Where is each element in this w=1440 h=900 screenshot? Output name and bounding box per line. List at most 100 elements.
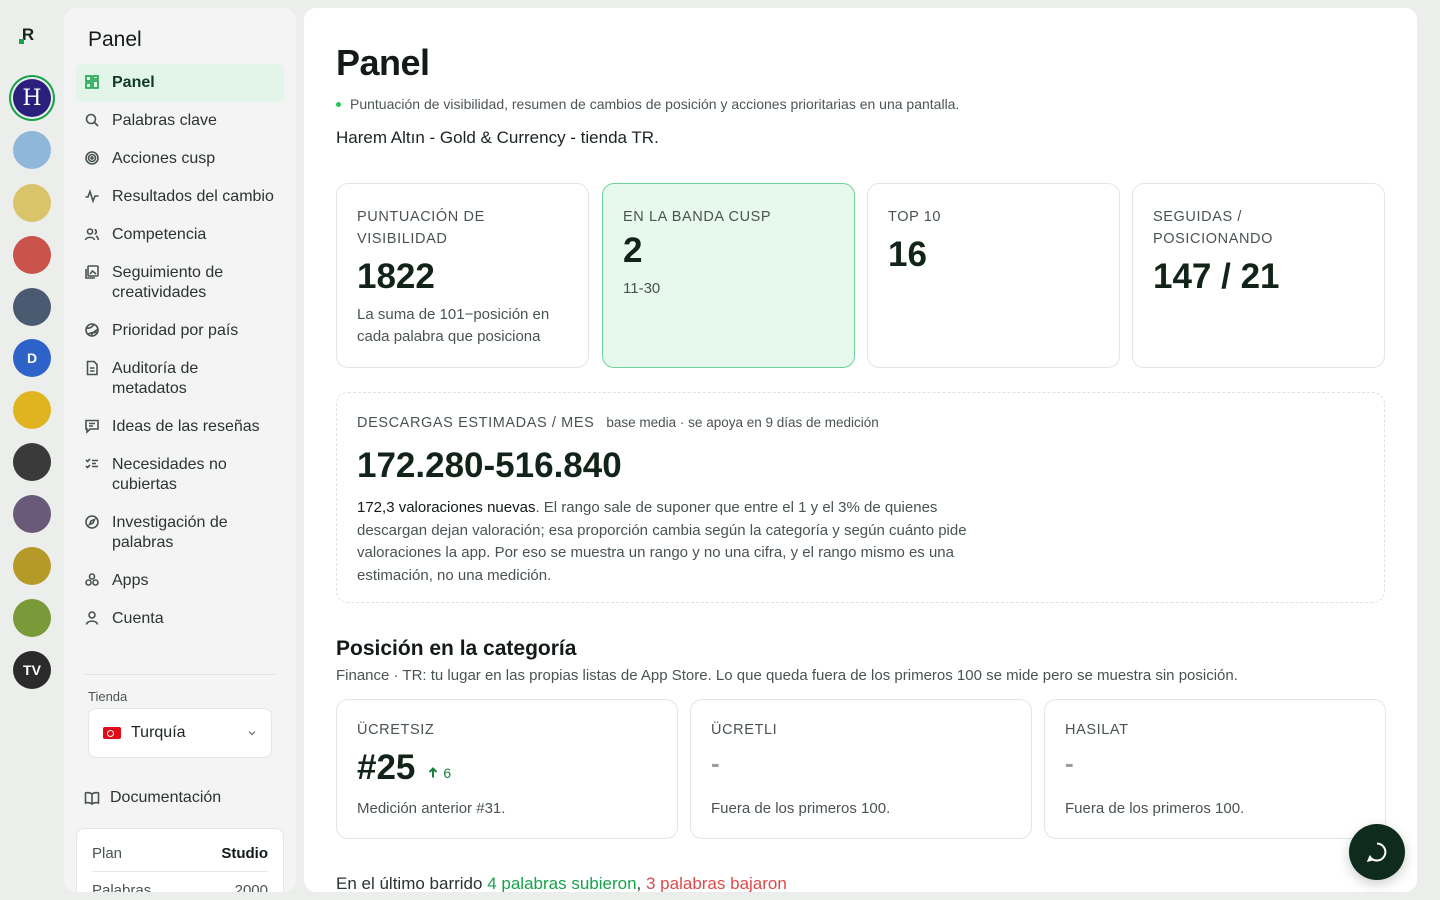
book-icon xyxy=(84,791,100,805)
category-label: Hasılat xyxy=(1065,722,1129,738)
sidebar-item-label: Cuenta xyxy=(112,610,164,627)
status-dot-icon xyxy=(336,101,341,107)
sidebar-divider xyxy=(84,674,276,675)
users-icon xyxy=(84,226,102,244)
brand-logo[interactable]: R xyxy=(18,25,38,45)
compass-icon xyxy=(84,514,102,532)
sidebar-item-target[interactable]: Acciones cusp xyxy=(76,140,284,178)
main-content: Panel Puntuación de visibilidad, resumen… xyxy=(304,8,1417,892)
sidebar: Panel Panel Palabras clave Acciones cusp Re… xyxy=(64,8,296,892)
sidebar-item-message[interactable]: Ideas de las reseñas xyxy=(76,408,284,446)
page-subtitle: Puntuación de visibilidad, resumen de ca… xyxy=(336,96,959,112)
sidebar-item-label: Competencia xyxy=(112,226,207,243)
pulse-icon xyxy=(84,188,102,206)
blocks-game-app-icon[interactable] xyxy=(13,236,51,274)
store-label: Tienda xyxy=(88,689,128,704)
sidebar-item-grid[interactable]: Panel xyxy=(76,64,284,102)
chart-app-icon[interactable] xyxy=(13,288,51,326)
words-row: Palabras 2000 xyxy=(92,882,268,892)
kpi-value: 1822 xyxy=(357,257,435,296)
sidebar-item-pulse[interactable]: Resultados del cambio xyxy=(76,178,284,216)
kpi-note: 11-30 xyxy=(623,280,661,297)
app-name-line: Harem Altın - Gold & Currency - tienda T… xyxy=(336,128,659,147)
sidebar-nav: Panel Palabras clave Acciones cusp Resultad… xyxy=(76,64,284,638)
chat-bubble-icon xyxy=(1366,842,1387,862)
last-sweep-summary: En el último barrido 4 palabras subieron… xyxy=(336,874,787,892)
sidebar-item-globe[interactable]: Prioridad por país xyxy=(76,312,284,350)
category-rank-card: Ücretsiz #25 6 Medición anterior #31. xyxy=(336,699,678,839)
category-rank: #25 xyxy=(357,748,416,787)
app-rail: R H D TV xyxy=(0,0,64,900)
category-label: Ücretli xyxy=(711,722,778,738)
plan-box: Plan Studio Palabras 2000 xyxy=(76,828,284,892)
downloads-explanation: 172,3 valoraciones nuevas. El rango sale… xyxy=(357,499,967,584)
globe-icon xyxy=(84,322,102,340)
sidebar-item-checklist[interactable]: Necesidades no cubiertas xyxy=(76,446,284,504)
checklist-icon xyxy=(84,456,102,474)
temple-run-app-icon[interactable] xyxy=(13,547,51,585)
store-value: Turquía xyxy=(131,724,186,741)
category-note: Fuera de los primeros 100. xyxy=(1065,800,1245,817)
kpi-value: 16 xyxy=(888,235,927,274)
sidebar-item-compass[interactable]: Investigación de palabras xyxy=(76,504,284,562)
grid-icon xyxy=(84,74,102,92)
search-icon xyxy=(84,112,102,130)
kpi-card[interactable]: En la banda cusp 2 11-30 xyxy=(602,183,855,368)
sidebar-title: Panel xyxy=(88,28,142,51)
plan-row: Plan Studio xyxy=(92,845,268,872)
sidebar-item-label: Panel xyxy=(112,74,155,91)
sidebar-item-user[interactable]: Cuenta xyxy=(76,600,284,638)
downloads-value: 172.280-516.840 xyxy=(357,446,622,485)
sidebar-item-apps[interactable]: Apps xyxy=(76,562,284,600)
chat-button[interactable] xyxy=(1349,824,1405,880)
kpi-card: Puntuación de visibilidad 1822 La suma de … xyxy=(336,183,589,368)
category-rank: - xyxy=(1065,748,1074,778)
category-rank-card: Hasılat - Fuera de los primeros 100. xyxy=(1044,699,1386,839)
target-icon xyxy=(84,150,102,168)
category-section-title: Posición en la categoría xyxy=(336,637,577,660)
plan-value: Studio xyxy=(221,845,268,862)
words-down-link[interactable]: 3 palabras bajaron xyxy=(646,874,787,892)
sidebar-item-label: Acciones cusp xyxy=(112,150,216,167)
altin-app-icon[interactable] xyxy=(13,184,51,222)
documentation-link[interactable]: Documentación xyxy=(84,789,221,807)
words-up-link[interactable]: 4 palabras subieron xyxy=(487,874,636,892)
downloads-card: Descargas estimadas / mes base media · s… xyxy=(336,392,1385,603)
message-icon xyxy=(84,418,102,436)
sidebar-item-label: Auditoría de metadatos xyxy=(112,360,199,397)
sidebar-item-search[interactable]: Palabras clave xyxy=(76,102,284,140)
category-rank: - xyxy=(711,748,720,778)
kpi-value: 147 / 21 xyxy=(1153,257,1280,296)
file-icon xyxy=(84,360,102,378)
tradingview-app-icon[interactable]: TV xyxy=(13,651,51,689)
store-select[interactable]: Turquía xyxy=(88,708,272,758)
category-note: Fuera de los primeros 100. xyxy=(711,800,891,817)
harem-altin-app-icon[interactable]: H xyxy=(13,79,51,117)
geometry-app-icon[interactable] xyxy=(13,391,51,429)
sidebar-item-label: Palabras clave xyxy=(112,112,217,129)
kpi-card: Top 10 16 xyxy=(867,183,1120,368)
sidebar-item-label: Seguimiento de creatividades xyxy=(112,264,224,301)
d-app-icon[interactable]: D xyxy=(13,339,51,377)
category-label: Ücretsiz xyxy=(357,722,435,738)
category-section-subtitle: Finance · TR: tu lugar en las propias li… xyxy=(336,667,1238,684)
downloads-meta: base media · se apoya en 9 días de medic… xyxy=(606,415,879,430)
sidebar-item-label: Prioridad por país xyxy=(112,322,239,339)
turkey-flag-icon xyxy=(103,727,121,739)
kpi-label: Seguidas / posicionando xyxy=(1153,209,1273,247)
character-game-app-icon[interactable] xyxy=(13,495,51,533)
user-icon xyxy=(84,610,102,628)
rank-change: 6 xyxy=(427,765,451,781)
apps-icon xyxy=(84,572,102,590)
category-rank-card: Ücretli - Fuera de los primeros 100. xyxy=(690,699,1032,839)
sidebar-item-file[interactable]: Auditoría de metadatos xyxy=(76,350,284,408)
temple-run-2-app-icon[interactable] xyxy=(13,599,51,637)
sidebar-item-label: Resultados del cambio xyxy=(112,188,274,205)
kpi-label: En la banda cusp xyxy=(623,209,772,225)
subway-surfers-app-icon[interactable] xyxy=(13,131,51,169)
sidebar-item-images[interactable]: Seguimiento de creatividades xyxy=(76,254,284,312)
sidebar-item-users[interactable]: Competencia xyxy=(76,216,284,254)
category-note: Medición anterior #31. xyxy=(357,800,506,817)
investing-app-icon[interactable] xyxy=(13,443,51,481)
sidebar-item-label: Necesidades no cubiertas xyxy=(112,456,227,493)
